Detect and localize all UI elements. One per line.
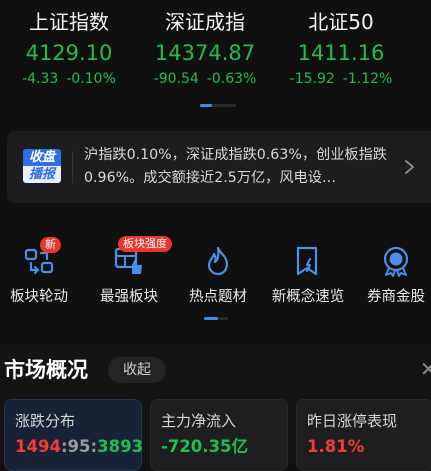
down-count: 3893	[97, 437, 144, 456]
up-count: 1494	[15, 437, 61, 456]
card-value: 1.81%	[307, 437, 365, 456]
gold-stock-medal-icon	[379, 244, 413, 278]
card-title: 昨日涨停表现	[307, 412, 398, 430]
quick-entry-label: 券商金股	[367, 289, 425, 305]
index-change: -15.92	[289, 71, 335, 87]
index-change-pct: -1.12%	[342, 71, 393, 87]
card-rise-fall-distribution[interactable]: 涨跌分布 1494:95:3893	[4, 399, 143, 471]
flame-icon	[201, 244, 235, 278]
closing-broadcast-card[interactable]: 收盘 播报 沪指跌0.10%，深证成指跌0.63%，创业板指跌0.96%。成交额…	[7, 131, 431, 203]
card-title: 主力净流入	[161, 412, 237, 430]
quick-entry-sector-rotation[interactable]: 新 板块轮动	[0, 237, 81, 307]
index-changes: -4.33 -0.10%	[0, 69, 138, 89]
close-icon[interactable]: ✕	[420, 357, 431, 381]
index-change: -4.33	[22, 71, 59, 87]
index-value: 1411.16	[297, 41, 385, 65]
card-yesterday-limit-up[interactable]: 昨日涨停表现 1.81%	[296, 399, 431, 471]
index-value: 4129.10	[25, 41, 113, 65]
index-ticker-strip[interactable]: 上证指数 4129.10 -4.33 -0.10% 深证成指 14374.87 -…	[0, 0, 431, 118]
broadcast-badge-bottom: 播报	[23, 166, 61, 183]
index-value: 14374.87	[154, 41, 256, 65]
collapse-button[interactable]: 收起	[108, 357, 166, 383]
index-page-indicator	[200, 104, 236, 107]
index-change-pct: -0.10%	[66, 71, 116, 87]
index-changes: -90.54 -0.63%	[136, 69, 274, 89]
index-change-pct: -0.63%	[206, 71, 257, 87]
quick-entry-page-indicator-active	[204, 317, 218, 320]
broadcast-badge-top: 收盘	[23, 149, 61, 166]
sector-strength-badge: 板块强度	[118, 236, 172, 252]
card-value: -720.35亿	[161, 437, 249, 456]
quick-entry-broker-gold-stocks[interactable]: 券商金股	[354, 244, 431, 307]
quick-entry-new-concepts[interactable]: 新概念速览	[266, 244, 350, 307]
section-title: 市场概况	[4, 358, 88, 382]
index-name: 北证50	[308, 10, 374, 34]
broadcast-badge: 收盘 播报	[23, 149, 61, 185]
chevron-right-icon[interactable]	[402, 155, 418, 179]
card-main-net-inflow[interactable]: 主力净流入 -720.35亿	[150, 399, 288, 471]
flat-count: 95	[67, 437, 91, 456]
index-shenzhen[interactable]: 深证成指 14374.87 -90.54 -0.63%	[136, 8, 274, 89]
index-change: -90.54	[153, 71, 199, 87]
quick-entry-row: 新 板块轮动 板块强度 最强板块 热点题材 新概念速览 券商金股	[0, 228, 431, 334]
market-overview-section: 市场概况 收起 ✕ 涨跌分布 1494:95:3893 主力净流入 -720.3…	[0, 345, 431, 471]
quick-entry-label: 新概念速览	[271, 289, 345, 305]
quick-entry-label: 板块轮动	[10, 289, 68, 305]
new-badge: 新	[40, 237, 61, 253]
index-beijing50[interactable]: 北证50 1411.16 -15.92 -1.12%	[272, 8, 410, 89]
bookmark-bolt-icon	[291, 244, 325, 278]
index-name: 深证成指	[165, 10, 245, 34]
card-title: 涨跌分布	[15, 412, 76, 430]
index-name: 上证指数	[29, 10, 109, 34]
quick-entry-label: 热点题材	[189, 289, 247, 305]
broadcast-text: 沪指跌0.10%，深证成指跌0.63%，创业板指跌0.96%。成交额接近2.5万…	[84, 147, 387, 186]
index-page-indicator-active	[200, 104, 212, 107]
quick-entry-hot-topics[interactable]: 热点题材	[176, 244, 260, 307]
ratio-separator: :	[60, 437, 68, 456]
quick-entry-strongest-sector[interactable]: 板块强度 最强板块	[87, 236, 172, 307]
quick-entry-page-indicator	[204, 317, 228, 320]
index-shanghai[interactable]: 上证指数 4129.10 -4.33 -0.10%	[0, 8, 138, 89]
card-value: 1494:95:3893	[15, 436, 143, 458]
quick-entry-label: 最强板块	[100, 289, 158, 305]
index-changes: -15.92 -1.12%	[272, 69, 410, 89]
broadcast-divider	[72, 151, 73, 183]
